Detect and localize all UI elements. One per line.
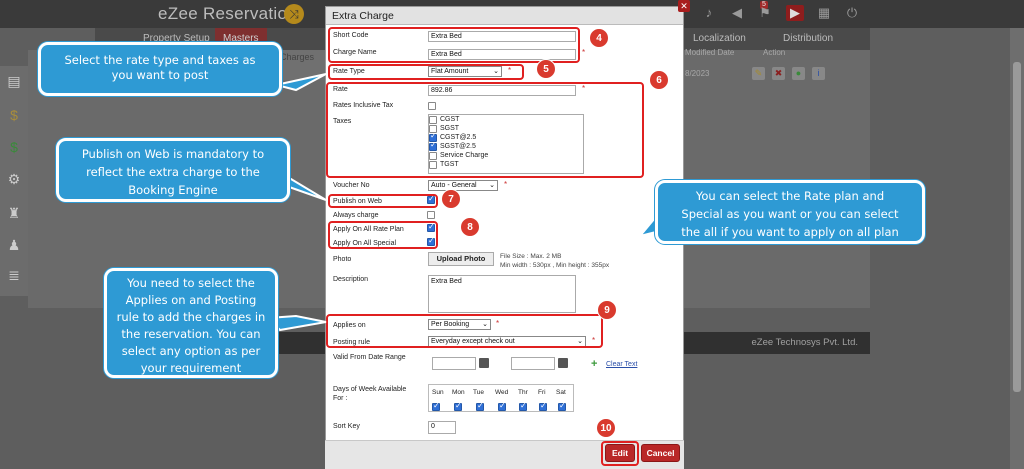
callout-rate-type: Select the rate type and taxes as you wa… bbox=[38, 42, 282, 96]
callout-line: Special as you want or you can select bbox=[681, 207, 899, 221]
callout-applies-posting: You need to select the Applies on and Po… bbox=[104, 268, 278, 378]
callout-line: the all if you want to apply on all plan bbox=[681, 225, 899, 239]
callout-line: rule to add the charges in bbox=[116, 310, 266, 324]
callout-line: reflect the extra charge to the bbox=[86, 165, 260, 179]
callout-line: Select the rate type and taxes as bbox=[64, 53, 256, 67]
callout-line: you want to post bbox=[111, 68, 209, 82]
callout-publish-on-web: Publish on Web is mandatory to reflect t… bbox=[56, 138, 290, 202]
callout-line: Applies on and Posting bbox=[125, 293, 257, 307]
callout-line: select any option as per bbox=[121, 344, 261, 358]
callout-line: Booking Engine bbox=[128, 183, 218, 197]
callout-line: the reservation. You can bbox=[121, 327, 261, 341]
callout-line: Publish on Web is mandatory to bbox=[81, 147, 265, 161]
callout-line: You can select the Rate plan and bbox=[695, 189, 885, 203]
callout-line: your requirement bbox=[140, 361, 242, 375]
callout-rate-plan: You can select the Rate plan and Special… bbox=[655, 180, 925, 244]
callout-line: You need to select the bbox=[127, 276, 255, 290]
